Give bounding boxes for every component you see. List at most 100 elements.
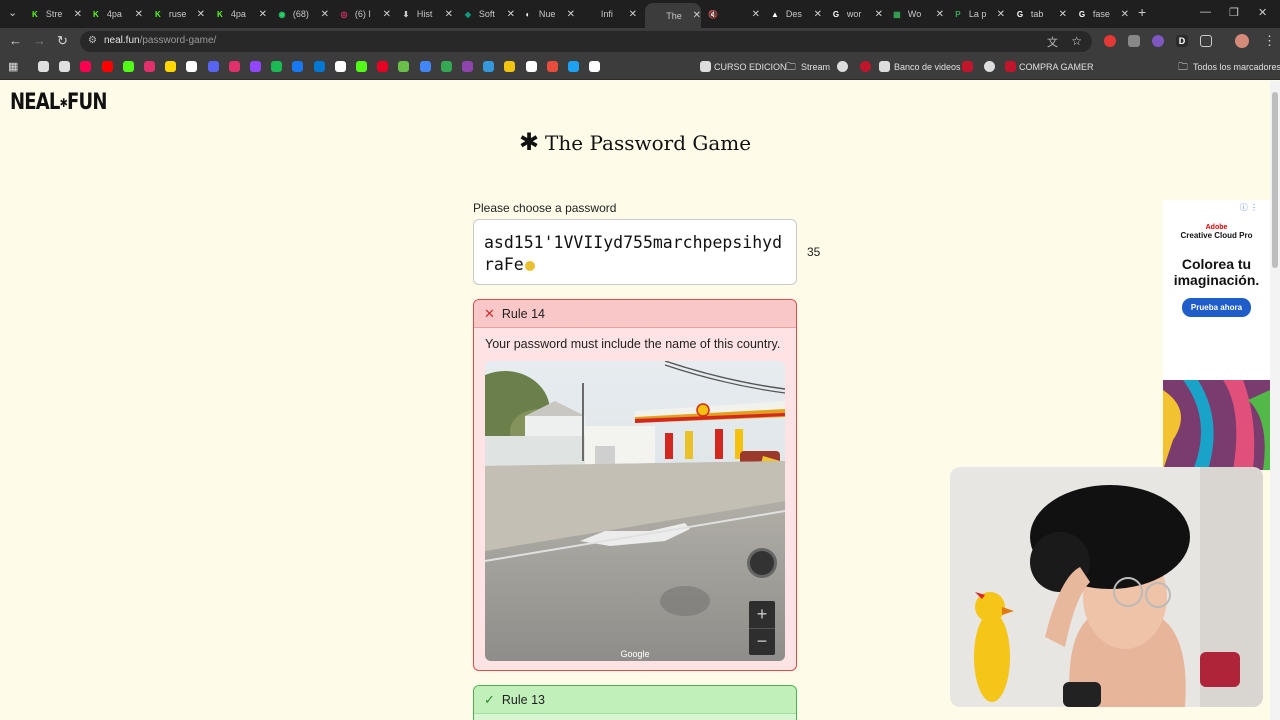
extension-icon[interactable]: D [1176,35,1188,47]
bookmark-favicon[interactable] [568,61,579,72]
tab-close-icon[interactable]: ✕ [1121,9,1129,20]
tab-close-icon[interactable]: ✕ [875,9,883,20]
compass-icon[interactable] [747,548,777,578]
bookmark-favicon[interactable] [962,61,973,72]
minimize-icon[interactable]: — [1200,6,1211,18]
browser-tab[interactable]: Kruse ✕ [153,4,205,24]
restore-icon[interactable]: ❐ [1229,6,1239,19]
password-input[interactable]: asd151'1VVIIyd755marchpepsihydraFe [473,219,797,285]
bookmark-favicon[interactable] [504,61,516,72]
extensions-puzzle-icon[interactable] [1200,35,1212,47]
bookmark-favicon[interactable] [38,61,49,72]
tab-close-icon[interactable]: ✕ [693,10,701,21]
bookmark-favicon[interactable] [207,61,219,72]
browser-tab[interactable]: ⬇ Hist ✕ [401,4,453,24]
tab-close-icon[interactable]: ✕ [259,9,267,20]
tab-close-icon[interactable]: ✕ [74,9,82,20]
browser-tab[interactable]: ◐ Nue ✕ [523,4,575,24]
bookmark-favicon[interactable] [59,61,71,72]
apps-grid-icon[interactable]: ▦ [8,60,18,73]
bookmark-favicon[interactable] [419,61,431,72]
close-window-icon[interactable]: ✕ [1258,6,1267,19]
scrollbar-thumb[interactable] [1272,92,1278,268]
bookmark-favicon[interactable] [398,61,410,72]
all-bookmarks-link[interactable]: Todos los marcadores [1193,62,1280,72]
tab-close-icon[interactable]: ✕ [383,9,391,20]
new-tab-button[interactable]: + [1138,4,1146,20]
bookmark-curso[interactable]: CURSO EDICION [714,62,787,72]
bookmark-favicon[interactable] [879,61,890,72]
bookmark-favicon[interactable] [440,61,452,72]
tab-close-icon[interactable]: ✕ [507,9,515,20]
browser-tab[interactable]: P La p ✕ [953,4,1005,24]
tab-close-icon[interactable]: ✕ [936,9,944,20]
bookmark-star-icon[interactable]: ☆ [1071,34,1082,48]
browser-menu-icon[interactable]: ⋮ [1263,34,1276,48]
ad-cta-button[interactable]: Prueba ahora [1181,298,1252,317]
bookmark-stream[interactable]: Stream [801,62,830,72]
bookmark-favicon[interactable] [228,61,240,72]
extension-icon[interactable] [1104,35,1116,47]
browser-tab[interactable]: ▲ Des ✕ [770,4,822,24]
browser-tab[interactable]: K Stre ✕ [30,4,82,24]
browser-tab[interactable]: ◈ Soft ✕ [463,4,515,24]
browser-tab[interactable]: ▦ Wo ✕ [892,4,944,24]
bookmark-banco[interactable]: Banco de videos [894,62,961,72]
tab-close-icon[interactable]: ✕ [997,9,1005,20]
extension-icon[interactable] [1152,35,1164,47]
bookmark-favicon[interactable] [984,61,995,72]
bookmark-favicon[interactable] [271,61,283,72]
extension-icon[interactable] [1128,35,1140,47]
bookmark-favicon[interactable] [101,61,113,72]
browser-tab[interactable]: Gtab ✕ [1015,4,1067,24]
bookmark-favicon[interactable] [546,61,558,72]
browser-tab[interactable]: ◎ (6) I ✕ [339,4,391,24]
bookmark-favicon[interactable] [589,61,601,72]
bookmark-compra[interactable]: COMPRA GAMER [1019,62,1094,72]
ad-info-icon[interactable]: ⓘ ⋮ [1240,202,1258,213]
browser-tab[interactable]: K 4pa ✕ [215,4,267,24]
tab-search-icon[interactable]: ⌄ [8,6,17,19]
bookmark-favicon[interactable] [525,61,537,72]
bookmark-favicon[interactable] [334,61,346,72]
browser-tab[interactable]: Infi ✕ [585,4,637,24]
bookmark-favicon[interactable] [80,61,92,72]
bookmark-favicon[interactable] [377,61,389,72]
translate-icon[interactable]: 文 [1047,34,1058,50]
bookmark-favicon[interactable] [1005,61,1016,72]
tab-close-icon[interactable]: ✕ [1059,9,1067,20]
browser-tab[interactable]: Gwor ✕ [831,4,883,24]
url-text[interactable]: neal.fun/password-game/ [104,35,216,46]
browser-tab[interactable]: 🔇 ✕ [708,4,760,24]
tab-close-icon[interactable]: ✕ [629,9,637,20]
bookmark-favicon[interactable] [250,61,261,72]
site-info-icon[interactable]: ⚙ [88,35,97,46]
browser-tab[interactable]: K 4pa ✕ [91,4,143,24]
forward-button[interactable]: → [33,34,46,48]
bookmark-favicon[interactable] [462,61,473,72]
reload-button[interactable]: ↻ [57,34,68,48]
street-view-panorama[interactable]: + − Google [485,361,785,661]
bookmark-favicon[interactable] [144,61,155,72]
bookmark-favicon[interactable] [837,61,848,72]
browser-tab[interactable]: ✱ The ✕ [645,3,701,28]
site-logo[interactable]: NEAL✱FUN [10,90,107,115]
bookmark-favicon[interactable] [122,61,134,72]
bookmark-favicon[interactable] [165,61,177,72]
tab-close-icon[interactable]: ✕ [752,9,760,20]
bookmark-favicon[interactable] [700,61,711,72]
bookmark-favicon[interactable] [186,61,198,72]
browser-tab[interactable]: ◉ (68) ✕ [277,4,329,24]
tab-close-icon[interactable]: ✕ [135,9,143,20]
tab-close-icon[interactable]: ✕ [321,9,329,20]
tab-close-icon[interactable]: ✕ [814,9,822,20]
bookmark-favicon[interactable] [860,61,871,72]
profile-avatar[interactable] [1235,34,1249,48]
browser-tab[interactable]: Gfase ✕ [1077,4,1129,24]
advertisement[interactable]: ⓘ ⋮ Adobe Creative Cloud Pro Colorea tu … [1163,200,1270,380]
tab-close-icon[interactable]: ✕ [445,9,453,20]
tab-close-icon[interactable]: ✕ [197,9,205,20]
bookmark-favicon[interactable] [483,61,495,72]
bookmark-favicon[interactable] [356,61,367,72]
address-bar[interactable]: ⚙ neal.fun/password-game/ 文 ☆ [80,31,1092,52]
